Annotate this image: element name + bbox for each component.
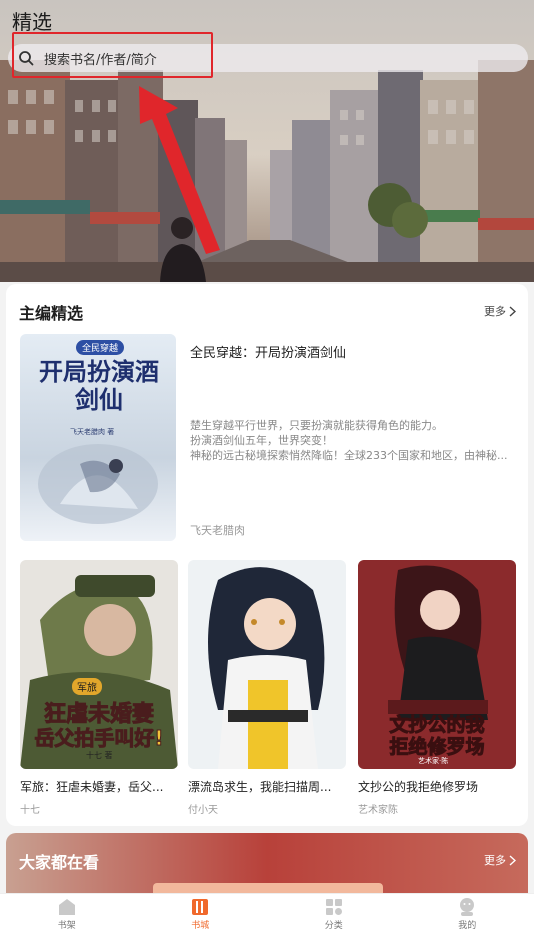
featured-book-title[interactable]: 全民穿越：开局扮演酒剑仙 — [190, 342, 346, 361]
nav-item-bookstore[interactable]: 书城 — [134, 894, 268, 933]
bookstore-icon — [189, 897, 211, 917]
cover-subtitle: 岳父拍手叫好! — [34, 726, 164, 751]
more-label: 更多 — [484, 305, 506, 318]
description-line: 楚生穿越平行世界，只要扮演就能获得角色的能力。 — [190, 419, 443, 432]
cover-tag: 全民穿越 — [76, 340, 125, 355]
hero-banner[interactable]: 精选 搜索书名/作者/简介 — [0, 0, 534, 282]
nav-label: 书架 — [57, 921, 76, 931]
cover-author: 艺术家·陈 — [418, 757, 449, 765]
book-author: 十七 — [20, 805, 40, 816]
more-button[interactable]: 更多 — [484, 852, 516, 868]
featured-book-description: 楚生穿越平行世界，只要扮演就能获得角色的能力。 扮演酒剑仙五年，世界突变！ 神秘… — [190, 418, 520, 463]
book-cover — [188, 560, 346, 769]
book-card[interactable]: 军旅 狂虐未婚妻 岳父拍手叫好! 十七 著 军旅：狂虐未婚妻，岳父... 十七 — [20, 560, 178, 816]
bottom-navigation: 书架 书城 分类 我的 — [0, 893, 534, 933]
cover-tag: 军旅 — [72, 678, 102, 695]
nav-item-profile[interactable]: 我的 — [401, 894, 534, 933]
profile-icon — [456, 897, 478, 917]
nav-label: 我的 — [458, 921, 477, 931]
bookshelf-icon — [56, 897, 78, 917]
book-cover: 军旅 狂虐未婚妻 岳父拍手叫好! 十七 著 — [20, 560, 178, 769]
book-author: 艺术家陈 — [358, 805, 398, 816]
book-cover: 文抄公的我 拒绝修罗场 艺术家·陈 — [358, 560, 516, 769]
chevron-right-icon — [509, 854, 516, 866]
popular-section: 大家都在看 更多 — [6, 833, 528, 895]
more-button[interactable]: 更多 — [484, 303, 516, 319]
description-line: 扮演酒剑仙五年，世界突变！ — [190, 434, 333, 447]
annotation-highlight-box — [12, 32, 213, 78]
book-card[interactable]: 文抄公的我 拒绝修罗场 艺术家·陈 文抄公的我拒绝修罗场 艺术家陈 — [358, 560, 516, 816]
cover-author: 十七 著 — [86, 751, 113, 760]
cover-author: 飞天老腊肉 著 — [70, 428, 115, 436]
section-title: 主编精选 — [19, 304, 84, 323]
book-title: 文抄公的我拒绝修罗场 — [358, 780, 479, 794]
page-title: 精选 — [12, 10, 52, 34]
featured-book-author: 飞天老腊肉 — [190, 524, 245, 537]
cover-subtitle: 拒绝修罗场 — [389, 736, 485, 759]
book-author: 付小天 — [188, 805, 218, 816]
nav-item-category[interactable]: 分类 — [267, 894, 401, 933]
description-line: 神秘的远古秘境探索悄然降临！全球233个国家和地区，由神秘... — [190, 449, 508, 462]
book-card[interactable]: 漂流岛求生，我能扫描周... 付小天 — [188, 560, 346, 816]
book-title: 漂流岛求生，我能扫描周... — [188, 780, 332, 794]
book-title: 军旅：狂虐未婚妻，岳父... — [20, 780, 164, 794]
featured-book-cover[interactable]: 全民穿越 开局扮演酒剑仙 飞天老腊肉 著 — [20, 334, 176, 541]
more-label: 更多 — [484, 854, 506, 867]
nav-label: 书城 — [191, 921, 210, 931]
chevron-right-icon — [509, 305, 516, 317]
category-icon — [323, 897, 345, 917]
section-title: 大家都在看 — [19, 853, 100, 872]
cover-title: 开局扮演酒剑仙 — [39, 357, 159, 414]
nav-label: 分类 — [324, 921, 343, 931]
editor-picks-section: 主编精选 更多 全民穿越 开局扮演酒剑仙 飞天老腊肉 著 全民穿越：开局扮演酒剑… — [6, 284, 528, 826]
nav-item-bookshelf[interactable]: 书架 — [0, 894, 134, 933]
